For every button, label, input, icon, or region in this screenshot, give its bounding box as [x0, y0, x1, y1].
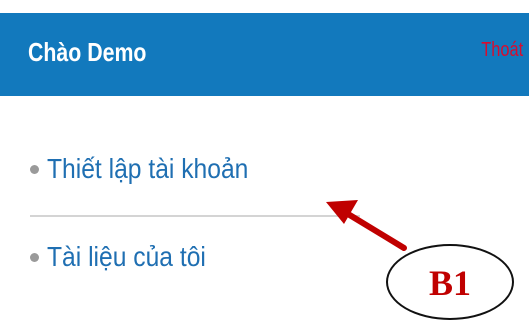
divider — [30, 215, 360, 217]
header-bar: Chào Demo Thoát — [0, 13, 529, 96]
menu-item-my-documents[interactable]: Tài liệu của tôi — [30, 241, 228, 273]
logout-link[interactable]: Thoát — [481, 39, 523, 62]
bullet-icon — [30, 252, 39, 262]
greeting-title: Chào Demo — [28, 37, 147, 67]
step-badge-label: B1 — [428, 263, 471, 303]
menu-item-account-settings[interactable]: Thiết lập tài khoản — [30, 153, 276, 185]
menu-item-label: Thiết lập tài khoản — [47, 153, 249, 184]
bullet-icon — [30, 164, 39, 174]
step-badge: B1 — [386, 244, 514, 320]
menu-item-label: Tài liệu của tôi — [47, 241, 206, 272]
